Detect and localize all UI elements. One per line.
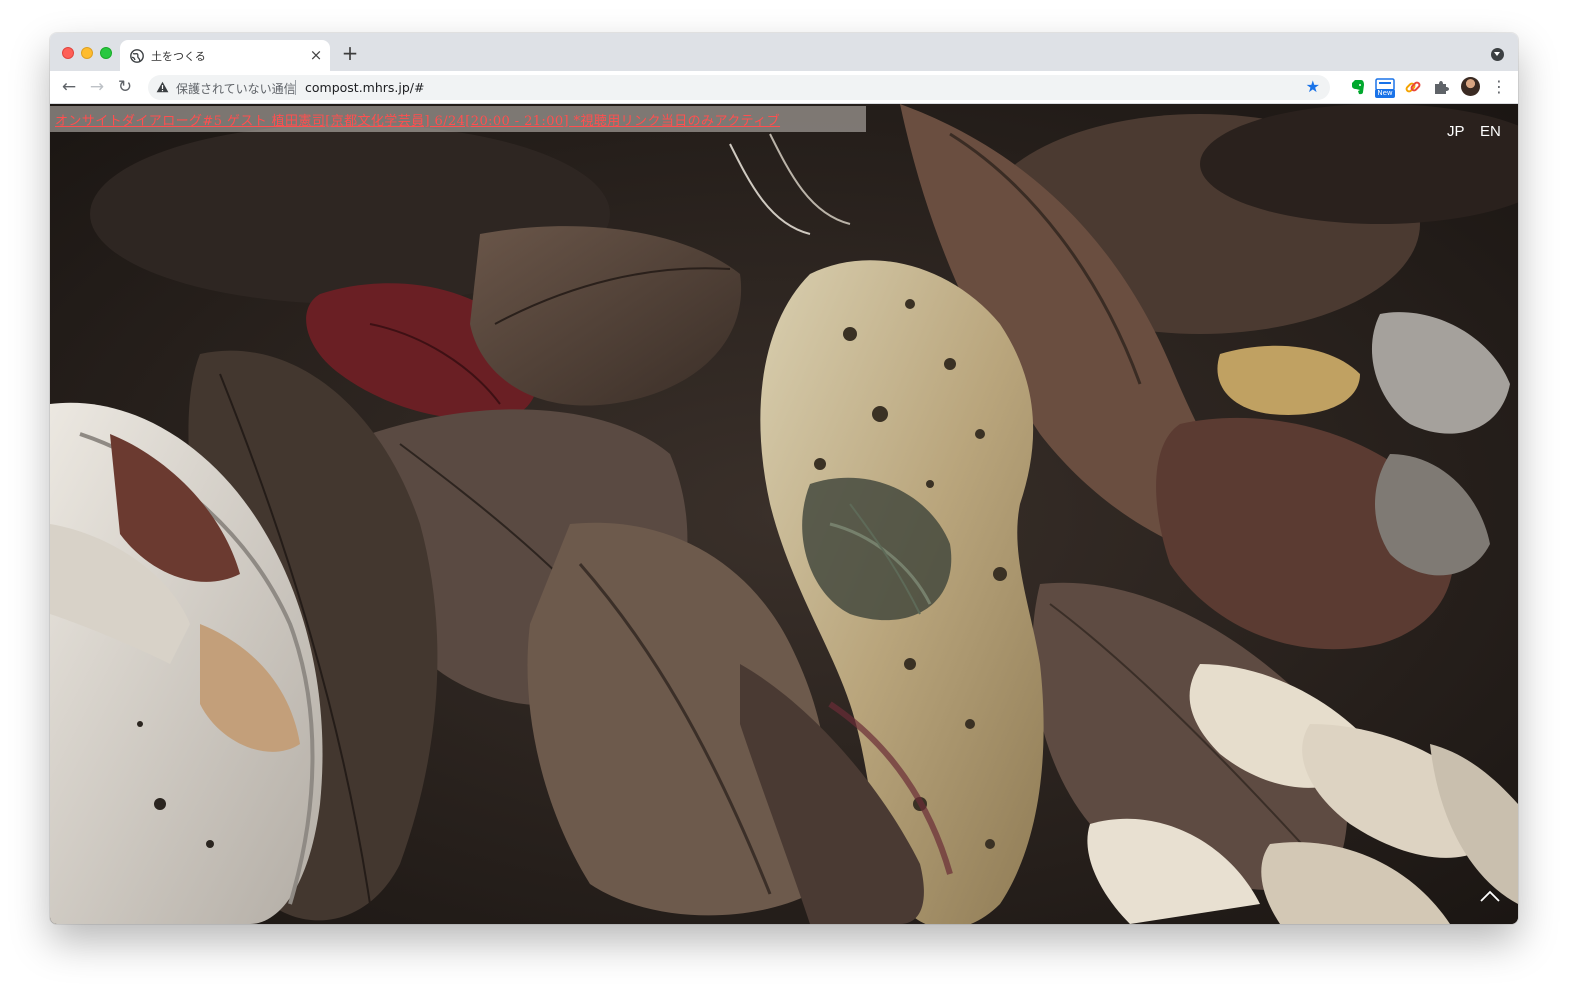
address-divider: [295, 80, 296, 95]
new-badge: New: [1375, 89, 1395, 98]
profile-avatar[interactable]: [1461, 77, 1480, 96]
warning-icon[interactable]: [156, 81, 169, 93]
zoom-window-button[interactable]: [100, 47, 112, 59]
url-text[interactable]: compost.mhrs.jp/#: [305, 80, 424, 95]
reload-button[interactable]: ↻: [114, 76, 136, 98]
link-extension-icon[interactable]: [1403, 77, 1423, 97]
back-button[interactable]: ←: [58, 76, 80, 98]
puzzle-icon[interactable]: [1431, 77, 1451, 97]
tab-title: 土をつくる: [151, 50, 206, 63]
tab-strip: 土をつくる × +: [50, 33, 1518, 71]
forward-button[interactable]: →: [86, 76, 108, 98]
tab-active[interactable]: 土をつくる ×: [120, 40, 330, 71]
browser-menu-button[interactable]: ⋮: [1491, 76, 1507, 98]
compost-photo: [50, 104, 1518, 924]
address-bar[interactable]: 保護されていない通信 compost.mhrs.jp/# ★: [148, 75, 1330, 100]
tab-close-icon[interactable]: ×: [308, 47, 324, 63]
chevron-up-icon[interactable]: [1478, 888, 1502, 904]
close-window-button[interactable]: [62, 47, 74, 59]
announcement-banner: オンサイトダイアローグ#5 ゲスト 植田憲司[京都文化学芸員] 6/24[20:…: [50, 106, 866, 132]
new-extension-icon[interactable]: New: [1375, 77, 1395, 98]
browser-toolbar: ← → ↻ 保護されていない通信 compost.mhrs.jp/# ★ New: [50, 71, 1518, 104]
browser-window: 土をつくる × + ← → ↻ 保護されていない通信 compost.mhrs.…: [50, 33, 1518, 924]
new-tab-button[interactable]: +: [340, 43, 360, 63]
minimize-window-button[interactable]: [81, 47, 93, 59]
lang-jp-link[interactable]: JP: [1447, 123, 1465, 140]
security-label[interactable]: 保護されていない通信: [176, 80, 296, 97]
bookmark-star-icon[interactable]: ★: [1306, 78, 1320, 96]
globe-icon: [130, 49, 144, 63]
page-viewport: オンサイトダイアローグ#5 ゲスト 植田憲司[京都文化学芸員] 6/24[20:…: [50, 104, 1518, 924]
tab-search-icon[interactable]: [1491, 48, 1504, 61]
evernote-icon[interactable]: [1347, 77, 1367, 97]
announcement-link[interactable]: オンサイトダイアローグ#5 ゲスト 植田憲司[京都文化学芸員] 6/24[20:…: [55, 110, 780, 129]
lang-en-link[interactable]: EN: [1480, 123, 1501, 140]
